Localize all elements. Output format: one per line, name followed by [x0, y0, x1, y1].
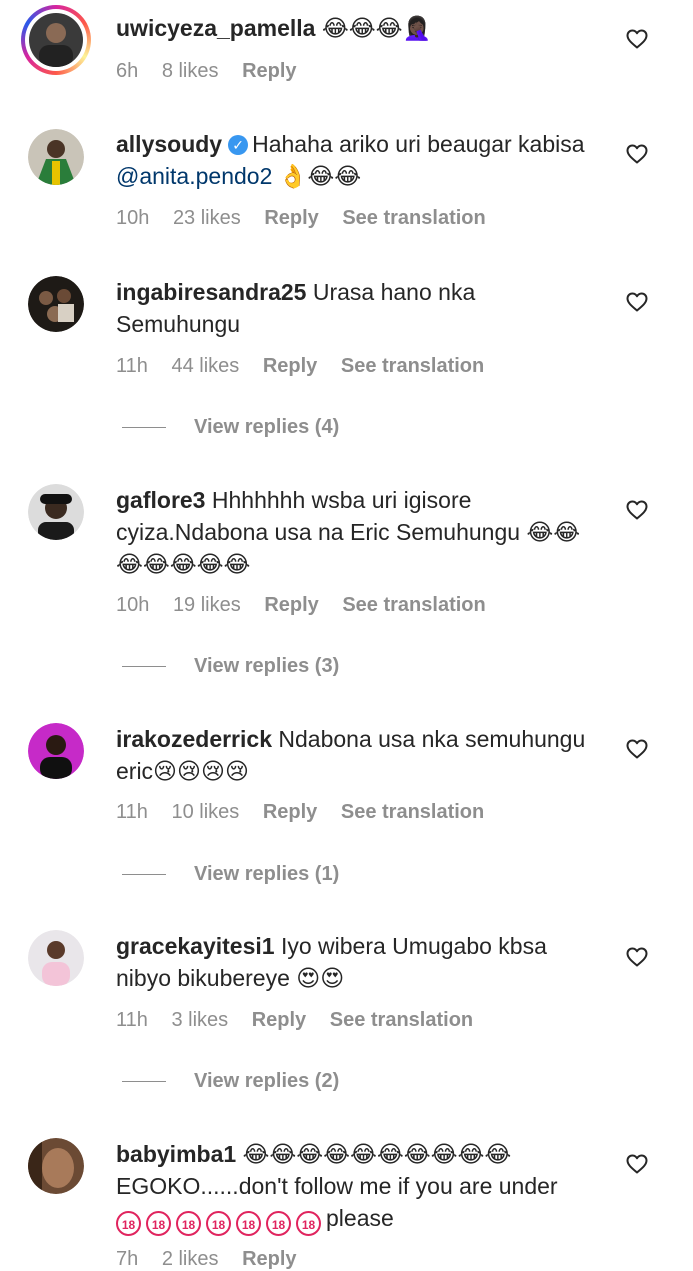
mention-link[interactable]: @anita.pendo2 [116, 163, 272, 189]
heart-outline-icon[interactable] [625, 945, 649, 969]
timestamp: 11h [116, 355, 148, 377]
comment-text: gaflore3 Hhhhhhh wsba uri igisore cyiza.… [116, 487, 581, 577]
timestamp: 7h [116, 1248, 139, 1270]
comment-text: babyimba1 😂😂😂😂😂😂😂😂😂😂 EGOKO......don't fo… [116, 1138, 586, 1236]
heart-outline-icon[interactable] [625, 737, 649, 761]
heart-outline-icon[interactable] [625, 498, 649, 522]
reply-button[interactable]: Reply [242, 1248, 296, 1270]
reply-button[interactable]: Reply [264, 207, 318, 229]
heart-outline-icon[interactable] [625, 27, 649, 51]
replies-divider [122, 874, 166, 876]
view-replies-button[interactable]: View replies (3) [122, 655, 339, 678]
avatar[interactable] [28, 129, 84, 185]
username[interactable]: gaflore3 [116, 487, 205, 513]
avatar[interactable] [28, 723, 84, 779]
avatar[interactable] [28, 930, 84, 986]
likes-count[interactable]: 8 likes [162, 60, 219, 82]
avatar[interactable] [28, 1138, 84, 1194]
see-translation-button[interactable]: See translation [342, 207, 485, 229]
timestamp: 6h [116, 60, 139, 82]
timestamp: 11h [116, 801, 148, 823]
avatar-image [29, 13, 83, 67]
no-under-18-icon: 18 [266, 1211, 291, 1236]
comment-meta: 7h 2 likes Reply [116, 1248, 315, 1271]
no-under-18-icon: 18 [206, 1211, 231, 1236]
comment-text: uwicyeza_pamella 😂😂😂🤦🏿‍♀️ [116, 15, 432, 41]
no-under-18-icon: 18 [176, 1211, 201, 1236]
likes-count[interactable]: 19 likes [173, 594, 241, 616]
comment-text: allysoudy ✓ Hahaha ariko uri beaugar kabis… [116, 131, 585, 189]
comment-meta: 11h 3 likes Reply See translation [116, 1009, 491, 1032]
comment-meta: 6h 8 likes Reply [116, 60, 315, 83]
comment-text: irakozederrick Ndabona usa nka semuhungu… [116, 726, 586, 784]
replies-divider [122, 427, 166, 429]
avatar-image [28, 930, 84, 986]
timestamp: 10h [116, 207, 150, 229]
avatar[interactable] [21, 5, 91, 75]
timestamp: 11h [116, 1009, 148, 1031]
likes-count[interactable]: 2 likes [162, 1248, 219, 1270]
comment-meta: 11h 10 likes Reply See translation [116, 801, 502, 824]
no-under-18-icon: 18 [116, 1211, 141, 1236]
username[interactable]: gracekayitesi1 [116, 933, 275, 959]
username[interactable]: irakozederrick [116, 726, 272, 752]
likes-count[interactable]: 23 likes [173, 207, 241, 229]
comment-text: ingabiresandra25 Urasa hano nka Semuhung… [116, 279, 476, 337]
avatar-image [28, 276, 84, 332]
likes-count[interactable]: 10 likes [171, 801, 239, 823]
see-translation-button[interactable]: See translation [341, 355, 484, 377]
reply-button[interactable]: Reply [252, 1009, 306, 1031]
timestamp: 10h [116, 594, 150, 616]
username[interactable]: allysoudy [116, 131, 222, 157]
username[interactable]: ingabiresandra25 [116, 279, 306, 305]
reply-button[interactable]: Reply [242, 60, 296, 82]
view-replies-button[interactable]: View replies (1) [122, 863, 339, 886]
no-under-18-icon: 18 [296, 1211, 321, 1236]
reply-button[interactable]: Reply [264, 594, 318, 616]
view-replies-button[interactable]: View replies (2) [122, 1070, 339, 1093]
verified-badge-icon: ✓ [228, 135, 249, 155]
avatar-image [28, 484, 84, 540]
reply-button[interactable]: Reply [263, 355, 317, 377]
reply-button[interactable]: Reply [263, 801, 317, 823]
comments-list: uwicyeza_pamella 😂😂😂🤦🏿‍♀️ 6h 8 likes Rep… [0, 0, 693, 1270]
replies-divider [122, 666, 166, 668]
avatar[interactable] [28, 276, 84, 332]
heart-outline-icon[interactable] [625, 1152, 649, 1176]
see-translation-button[interactable]: See translation [341, 801, 484, 823]
avatar-image [28, 1138, 84, 1194]
likes-count[interactable]: 44 likes [171, 355, 239, 377]
likes-count[interactable]: 3 likes [171, 1009, 228, 1031]
no-under-18-icon: 18 [236, 1211, 261, 1236]
comment-meta: 10h 23 likes Reply See translation [116, 207, 504, 230]
heart-outline-icon[interactable] [625, 142, 649, 166]
no-under-18-icon: 18 [146, 1211, 171, 1236]
replies-divider [122, 1081, 166, 1083]
avatar[interactable] [28, 484, 84, 540]
avatar-image [28, 129, 84, 185]
see-translation-button[interactable]: See translation [330, 1009, 473, 1031]
username[interactable]: uwicyeza_pamella [116, 15, 315, 41]
comment-meta: 11h 44 likes Reply See translation [116, 355, 502, 378]
username[interactable]: babyimba1 [116, 1141, 236, 1167]
view-replies-button[interactable]: View replies (4) [122, 416, 339, 439]
comment-text: gracekayitesi1 Iyo wibera Umugabo kbsa n… [116, 933, 547, 991]
heart-outline-icon[interactable] [625, 290, 649, 314]
see-translation-button[interactable]: See translation [342, 594, 485, 616]
comment-meta: 10h 19 likes Reply See translation [116, 594, 504, 617]
avatar-image [28, 723, 84, 779]
